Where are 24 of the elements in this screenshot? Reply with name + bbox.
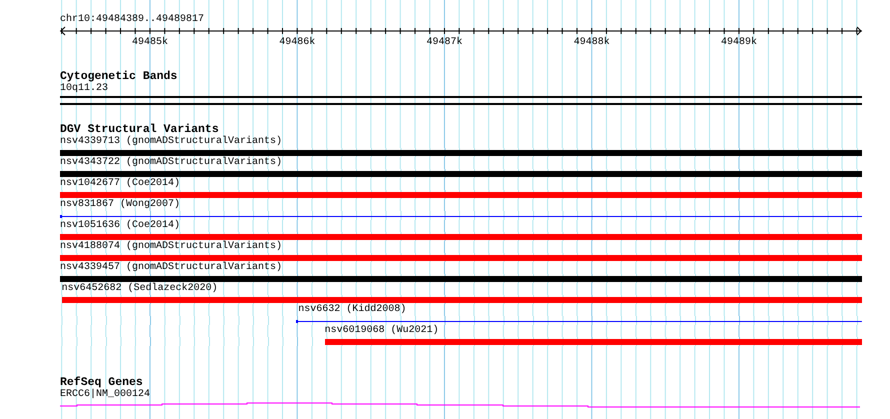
gene-label: ERCC6|NM_000124 (60, 389, 152, 401)
variant-bar[interactable] (296, 320, 862, 323)
location-label: chr10:49484389..49489817 (60, 14, 206, 26)
track-title: Cytogenetic Bands (60, 70, 178, 83)
tick-label: 49489k (720, 37, 757, 48)
tick-label: 49485k (132, 37, 168, 48)
track-title: RefSeq Genes (60, 376, 143, 389)
feature-label: nsv1042677 (Coe2014) (60, 178, 182, 190)
feature-label: nsv1051636 (Coe2014) (60, 220, 182, 232)
feature-label: nsv6019068 (Wu2021) (324, 325, 440, 337)
feature-label: nsv6632 (Kidd2008) (298, 304, 408, 316)
feature-label: nsv4343722 (gnomADStructuralVariants) (60, 157, 284, 169)
feature-label: nsv4339457 (gnomADStructuralVariants) (60, 262, 284, 274)
variant-bar[interactable] (60, 215, 862, 218)
tick-label: 49486k (279, 37, 316, 48)
tick-label: 49487k (426, 37, 462, 48)
band-label: 10q11.23 (60, 83, 110, 95)
track-title: DGV Structural Variants (60, 123, 219, 136)
tick-label: 49488k (574, 37, 610, 48)
gene-model-drawing[interactable] (60, 402, 860, 408)
feature-label: nsv6452682 (Sedlazeck2020) (62, 283, 219, 295)
feature-label: nsv4188074 (gnomADStructuralVariants) (60, 241, 284, 253)
feature-label: nsv4339713 (gnomADStructuralVariants) (60, 136, 284, 148)
feature-label: nsv831867 (Wong2007) (60, 199, 182, 211)
